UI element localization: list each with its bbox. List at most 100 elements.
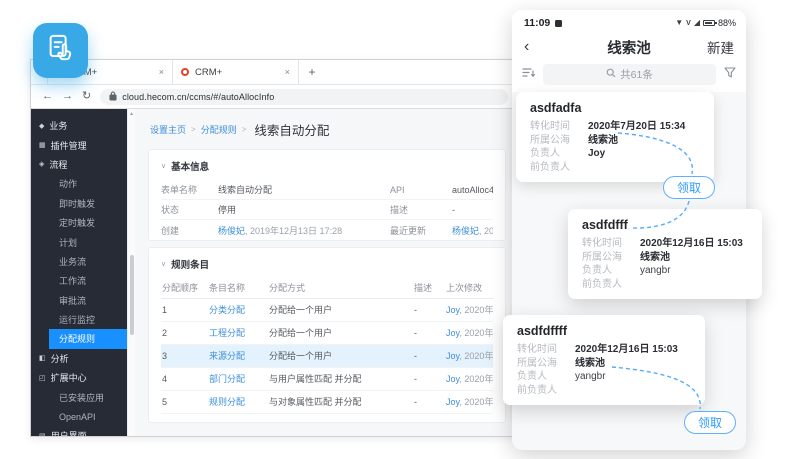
table-row[interactable]: 4 部门分配 与用户属性匹配 并分配 - Joy, 2020年12月 <box>161 367 493 390</box>
column-header: 分配顺序 <box>161 278 208 298</box>
modifier-link[interactable]: Joy <box>446 328 459 338</box>
ui-icon: ▤ <box>39 432 46 436</box>
page-title: 线索自动分配 <box>254 120 329 139</box>
search-icon <box>606 65 616 83</box>
tab-close-icon[interactable]: × <box>285 67 290 77</box>
new-button[interactable]: 新建 <box>707 37 734 57</box>
lead-field-value: yangbr <box>575 370 606 384</box>
lead-card-2[interactable]: asdfdfff 转化时间2020年12月16日 15:03 所属公海线索池 负… <box>568 209 762 299</box>
sidebar-item-business-flow[interactable]: 业务流 <box>31 252 127 271</box>
battery-percent: 88% <box>718 18 736 28</box>
table-row[interactable]: 2 工程分配 分配给一个用户 - Joy, 2020年12月 <box>161 321 493 344</box>
lead-card-3[interactable]: asdfdffff 转化时间2020年12月16日 15:03 所属公海线索池 … <box>503 315 705 405</box>
scrollbar-thumb[interactable] <box>130 255 134 335</box>
app-badge <box>33 23 88 78</box>
extension-icon: ◰ <box>39 374 46 382</box>
modifier-link[interactable]: Joy <box>446 374 459 384</box>
lead-card-1[interactable]: asdfadfa 转化时间2020年7月20日 15:34 所属公海线索池 负责… <box>516 92 714 182</box>
phone-status-bar: 11:09 ▼ V ◢ 88% <box>512 10 746 32</box>
lead-field-value: 2020年7月20日 15:34 <box>588 120 685 134</box>
lead-title: asdfadfa <box>530 101 700 115</box>
modifier-link[interactable]: Joy <box>446 351 459 361</box>
field-label: 创建 <box>161 224 218 237</box>
tab-close-icon[interactable]: × <box>159 67 164 77</box>
field-value: 线索自动分配 <box>218 183 390 196</box>
sidebar-item-process[interactable]: ◈流程 <box>31 155 127 174</box>
sidebar-item-approval-flow[interactable]: 审批流 <box>31 291 127 310</box>
creator-link[interactable]: 杨俊妃 <box>218 226 245 236</box>
composite-screenshot: CRM+ × CRM+ × + ← → ↻ cloud.hecom.cn/ccm… <box>0 0 792 459</box>
crm-favicon-icon <box>181 68 189 76</box>
sidebar-item-analysis[interactable]: ◧分析 <box>31 349 127 368</box>
tab-strip: CRM+ × CRM+ × + <box>31 60 519 85</box>
lead-field-value: 2020年12月16日 15:03 <box>640 237 743 251</box>
sidebar-item-business[interactable]: ◆业务 <box>31 116 127 135</box>
column-header: 描述 <box>413 278 445 298</box>
collapse-caret-icon[interactable]: ∨ <box>161 162 166 170</box>
rule-link[interactable]: 来源分配 <box>209 351 245 361</box>
sidebar-item-user-interface[interactable]: ▤用户界面 <box>31 426 127 436</box>
lead-field-label: 转化时间 <box>517 343 575 357</box>
field-label: API <box>390 185 452 195</box>
sort-icon[interactable] <box>522 65 535 83</box>
basic-info-panel: ∨ 基本信息 表单名称 线索自动分配 API autoAlloc49 状态 停用 <box>148 149 506 241</box>
rule-link[interactable]: 部门分配 <box>209 374 245 384</box>
sidebar-item-installed-apps[interactable]: 已安装应用 <box>31 387 127 406</box>
table-row[interactable]: 1 分类分配 分配给一个用户 - Joy, 2020年12月24日 11 <box>161 298 493 321</box>
sidebar-item-extension-center[interactable]: ◰扩展中心 <box>31 368 127 387</box>
updater-link[interactable]: 杨俊妃 <box>452 226 479 236</box>
scroll-up-icon[interactable]: ▲ <box>129 111 134 117</box>
rule-items-table: 分配顺序 条目名称 分配方式 描述 上次修改 1 分类分配 分配 <box>161 278 493 414</box>
lead-field-label: 负责人 <box>517 370 575 384</box>
collapse-caret-icon[interactable]: ∨ <box>161 260 166 268</box>
sidebar-item-action[interactable]: 动作 <box>31 174 127 193</box>
table-header-row: 分配顺序 条目名称 分配方式 描述 上次修改 <box>161 278 493 298</box>
search-input[interactable]: 共61条 <box>543 64 716 85</box>
battery-icon <box>703 20 715 26</box>
breadcrumb-link-rules[interactable]: 分配规则 <box>201 123 237 136</box>
sidebar-item-plugin-management[interactable]: ▦插件管理 <box>31 135 127 154</box>
reload-icon[interactable]: ↻ <box>82 91 91 102</box>
sidebar-item-runtime-monitor[interactable]: 运行监控 <box>31 310 127 329</box>
sidebar-item-allocation-rules[interactable]: 分配规则 <box>49 329 127 348</box>
column-header: 条目名称 <box>208 278 268 298</box>
modifier-link[interactable]: Joy <box>446 305 459 315</box>
created-time: , 2019年12月13日 17:28 <box>245 226 342 236</box>
url-text: cloud.hecom.cn/ccms/#/autoAllocInfo <box>122 92 274 102</box>
claim-button-1[interactable]: 领取 <box>663 176 715 199</box>
phone-search-row: 共61条 <box>512 62 746 92</box>
admin-sidebar: ◆业务 ▦插件管理 ◈流程 动作 即时触发 定时触发 计划 业务流 工作流 审批… <box>31 109 127 436</box>
table-row[interactable]: 5 规则分配 与对象属性匹配 并分配 - Joy, 2020年12月 <box>161 390 493 413</box>
document-touch-icon <box>46 33 76 68</box>
sidebar-item-openapi[interactable]: OpenAPI <box>31 407 127 426</box>
lead-field-value: yangbr <box>640 264 671 278</box>
rule-link[interactable]: 工程分配 <box>209 328 245 338</box>
new-tab-button[interactable]: + <box>299 60 325 84</box>
lead-field-label: 前负责人 <box>530 161 588 175</box>
rule-link[interactable]: 分类分配 <box>209 305 245 315</box>
section-title: 基本信息 <box>171 159 209 173</box>
sidebar-item-instant-trigger[interactable]: 即时触发 <box>31 194 127 213</box>
sidebar-item-workflow[interactable]: 工作流 <box>31 271 127 290</box>
address-bar[interactable]: cloud.hecom.cn/ccms/#/autoAllocInfo <box>100 89 508 105</box>
browser-window: CRM+ × CRM+ × + ← → ↻ cloud.hecom.cn/ccm… <box>30 59 520 437</box>
lead-field-label: 所属公海 <box>582 251 640 265</box>
claim-button-2[interactable]: 领取 <box>684 411 736 434</box>
field-value: 停用 <box>218 203 390 216</box>
lead-field-label: 所属公海 <box>517 357 575 371</box>
sidebar-item-plan[interactable]: 计划 <box>31 232 127 251</box>
info-row: 表单名称 线索自动分配 API autoAlloc49 <box>161 180 493 200</box>
modifier-link[interactable]: Joy <box>446 397 459 407</box>
sidebar-item-timed-trigger[interactable]: 定时触发 <box>31 213 127 232</box>
breadcrumb-link-home[interactable]: 设置主页 <box>150 123 186 136</box>
forward-icon[interactable]: → <box>62 91 73 102</box>
section-title: 规则条目 <box>171 257 209 271</box>
table-row-selected[interactable]: 3 来源分配 分配给一个用户 - Joy, 2020年12月 <box>161 344 493 367</box>
rule-link[interactable]: 规则分配 <box>209 397 245 407</box>
sidebar-scrollbar[interactable]: ▲ <box>127 109 135 436</box>
filter-icon[interactable] <box>724 65 736 83</box>
back-icon[interactable]: ← <box>42 91 53 102</box>
browser-tab-2[interactable]: CRM+ × <box>173 60 299 84</box>
field-label: 表单名称 <box>161 183 218 196</box>
process-icon: ◈ <box>39 160 44 168</box>
